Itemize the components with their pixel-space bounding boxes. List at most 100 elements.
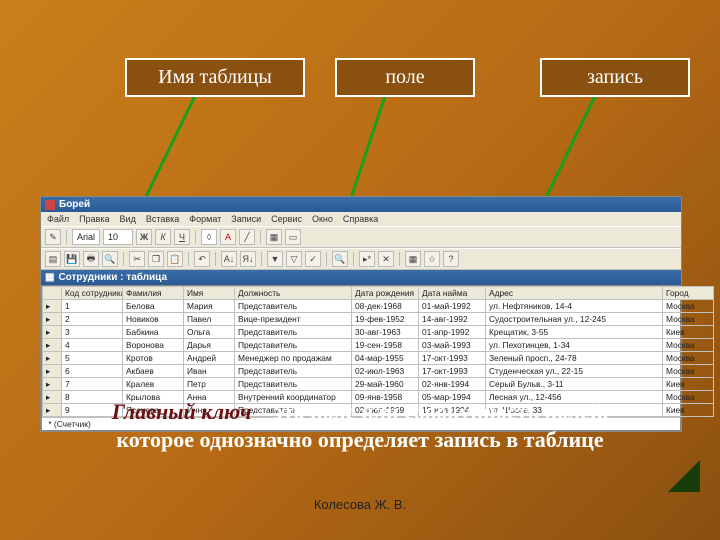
next-slide-icon[interactable] [668,460,700,492]
find-button[interactable]: 🔍 [332,251,348,267]
menu-item[interactable]: Файл [47,214,69,224]
toolbar-button[interactable]: ✎ [45,229,61,245]
cell[interactable]: Менеджер по продажам [235,352,352,365]
cell[interactable]: Андрей [184,352,235,365]
cell[interactable]: Бабкина [123,326,184,339]
filter-button[interactable]: ▼ [267,251,283,267]
cell[interactable]: 02-янв-1994 [419,378,486,391]
cell[interactable]: Судостроительная ул., 12-245 [486,313,663,326]
menu-item[interactable]: Вид [120,214,136,224]
row-selector[interactable]: ▸ [43,300,62,313]
cell[interactable]: 30-авг-1963 [352,326,419,339]
grid-button[interactable]: ▦ [266,229,282,245]
cell[interactable]: Павел [184,313,235,326]
table-row[interactable]: ▸2НовиковПавелВице-президент19-фев-19521… [43,313,714,326]
row-selector[interactable]: ▸ [43,391,62,404]
cell[interactable]: 6 [62,365,123,378]
table-row[interactable]: ▸7КралевПетрПредставитель29-май-196002-я… [43,378,714,391]
cell[interactable]: 04-мар-1955 [352,352,419,365]
menu-item[interactable]: Окно [312,214,333,224]
col-header[interactable]: Дата рождения [352,287,419,300]
table-row[interactable]: ▸1БеловаМарияПредставитель08-дек-196801-… [43,300,714,313]
table-row[interactable]: ▸3БабкинаОльгаПредставитель30-авг-196301… [43,326,714,339]
underline-button[interactable]: Ч [174,229,190,245]
new-object-button[interactable]: ☆ [424,251,440,267]
menu-item[interactable]: Правка [79,214,109,224]
cell[interactable]: Новиков [123,313,184,326]
cell[interactable]: Воронова [123,339,184,352]
print-button[interactable]: 🖶 [83,251,99,267]
font-color-button[interactable]: A [220,229,236,245]
cell[interactable]: 14-авг-1992 [419,313,486,326]
cell[interactable]: Представитель [235,339,352,352]
font-size-box[interactable]: 10 [103,229,133,245]
cell[interactable]: Представитель [235,326,352,339]
table-row[interactable]: ▸4ВороноваДарьяПредставитель19-сен-19580… [43,339,714,352]
row-selector[interactable]: ▸ [43,313,62,326]
table-row[interactable]: ▸6АкбаевИванПредставитель02-июл-196317-о… [43,365,714,378]
cell[interactable]: Москва [663,365,714,378]
sort-asc-button[interactable]: A↓ [221,251,237,267]
col-header[interactable]: Город [663,287,714,300]
filter-apply-button[interactable]: ✓ [305,251,321,267]
cell[interactable]: 7 [62,378,123,391]
cell[interactable]: Представитель [235,378,352,391]
cell[interactable]: Крещатик, 3-55 [486,326,663,339]
cell[interactable]: Киев [663,378,714,391]
col-header[interactable]: Код сотрудника [62,287,123,300]
cell[interactable]: Киев [663,404,714,417]
cell[interactable]: 01-апр-1992 [419,326,486,339]
italic-button[interactable]: К [155,229,171,245]
cell[interactable]: ул. Нефтяников, 14-4 [486,300,663,313]
cell[interactable]: Вице-президент [235,313,352,326]
menu-item[interactable]: Формат [189,214,221,224]
preview-button[interactable]: 🔍 [102,251,118,267]
cell[interactable]: Кралев [123,378,184,391]
line-color-button[interactable]: ╱ [239,229,255,245]
cut-button[interactable]: ✂ [129,251,145,267]
table-row[interactable]: ▸5КротовАндрейМенеджер по продажам04-мар… [43,352,714,365]
cell[interactable]: Мария [184,300,235,313]
cell[interactable]: 2 [62,313,123,326]
db-window-button[interactable]: ▦ [405,251,421,267]
help-button[interactable]: ? [443,251,459,267]
bold-button[interactable]: Ж [136,229,152,245]
paste-button[interactable]: 📋 [167,251,183,267]
cell[interactable]: 29-май-1960 [352,378,419,391]
cell[interactable]: 3 [62,326,123,339]
cell[interactable]: Киев [663,326,714,339]
cell[interactable]: Ольга [184,326,235,339]
row-selector[interactable]: ▸ [43,339,62,352]
cell[interactable]: 08-дек-1968 [352,300,419,313]
cell[interactable]: 19-фев-1952 [352,313,419,326]
cell[interactable]: Представитель [235,365,352,378]
col-selector[interactable] [43,287,62,300]
cell[interactable]: 17-окт-1993 [419,352,486,365]
cell[interactable]: ул. Пехотинцев, 1-34 [486,339,663,352]
row-selector[interactable]: ▸ [43,326,62,339]
cell[interactable]: Иван [184,365,235,378]
cell[interactable]: Москва [663,352,714,365]
fill-color-button[interactable]: ◊ [201,229,217,245]
filter-form-button[interactable]: ▽ [286,251,302,267]
cell[interactable]: Представитель [235,300,352,313]
cell[interactable]: 4 [62,339,123,352]
col-header[interactable]: Фамилия [123,287,184,300]
cell[interactable]: Акбаев [123,365,184,378]
undo-button[interactable]: ↶ [194,251,210,267]
cell[interactable]: Москва [663,313,714,326]
cell[interactable]: Студенческая ул., 22-15 [486,365,663,378]
col-header[interactable]: Дата найма [419,287,486,300]
cell[interactable]: Москва [663,339,714,352]
copy-button[interactable]: ❐ [148,251,164,267]
cell[interactable]: Петр [184,378,235,391]
cell[interactable]: 02-июл-1963 [352,365,419,378]
cell[interactable]: Белова [123,300,184,313]
cell[interactable]: Москва [663,300,714,313]
menu-item[interactable]: Вставка [146,214,179,224]
cell[interactable]: 5 [62,352,123,365]
col-header[interactable]: Адрес [486,287,663,300]
menu-item[interactable]: Сервис [271,214,302,224]
row-selector[interactable]: ▸ [43,365,62,378]
save-button[interactable]: 💾 [64,251,80,267]
